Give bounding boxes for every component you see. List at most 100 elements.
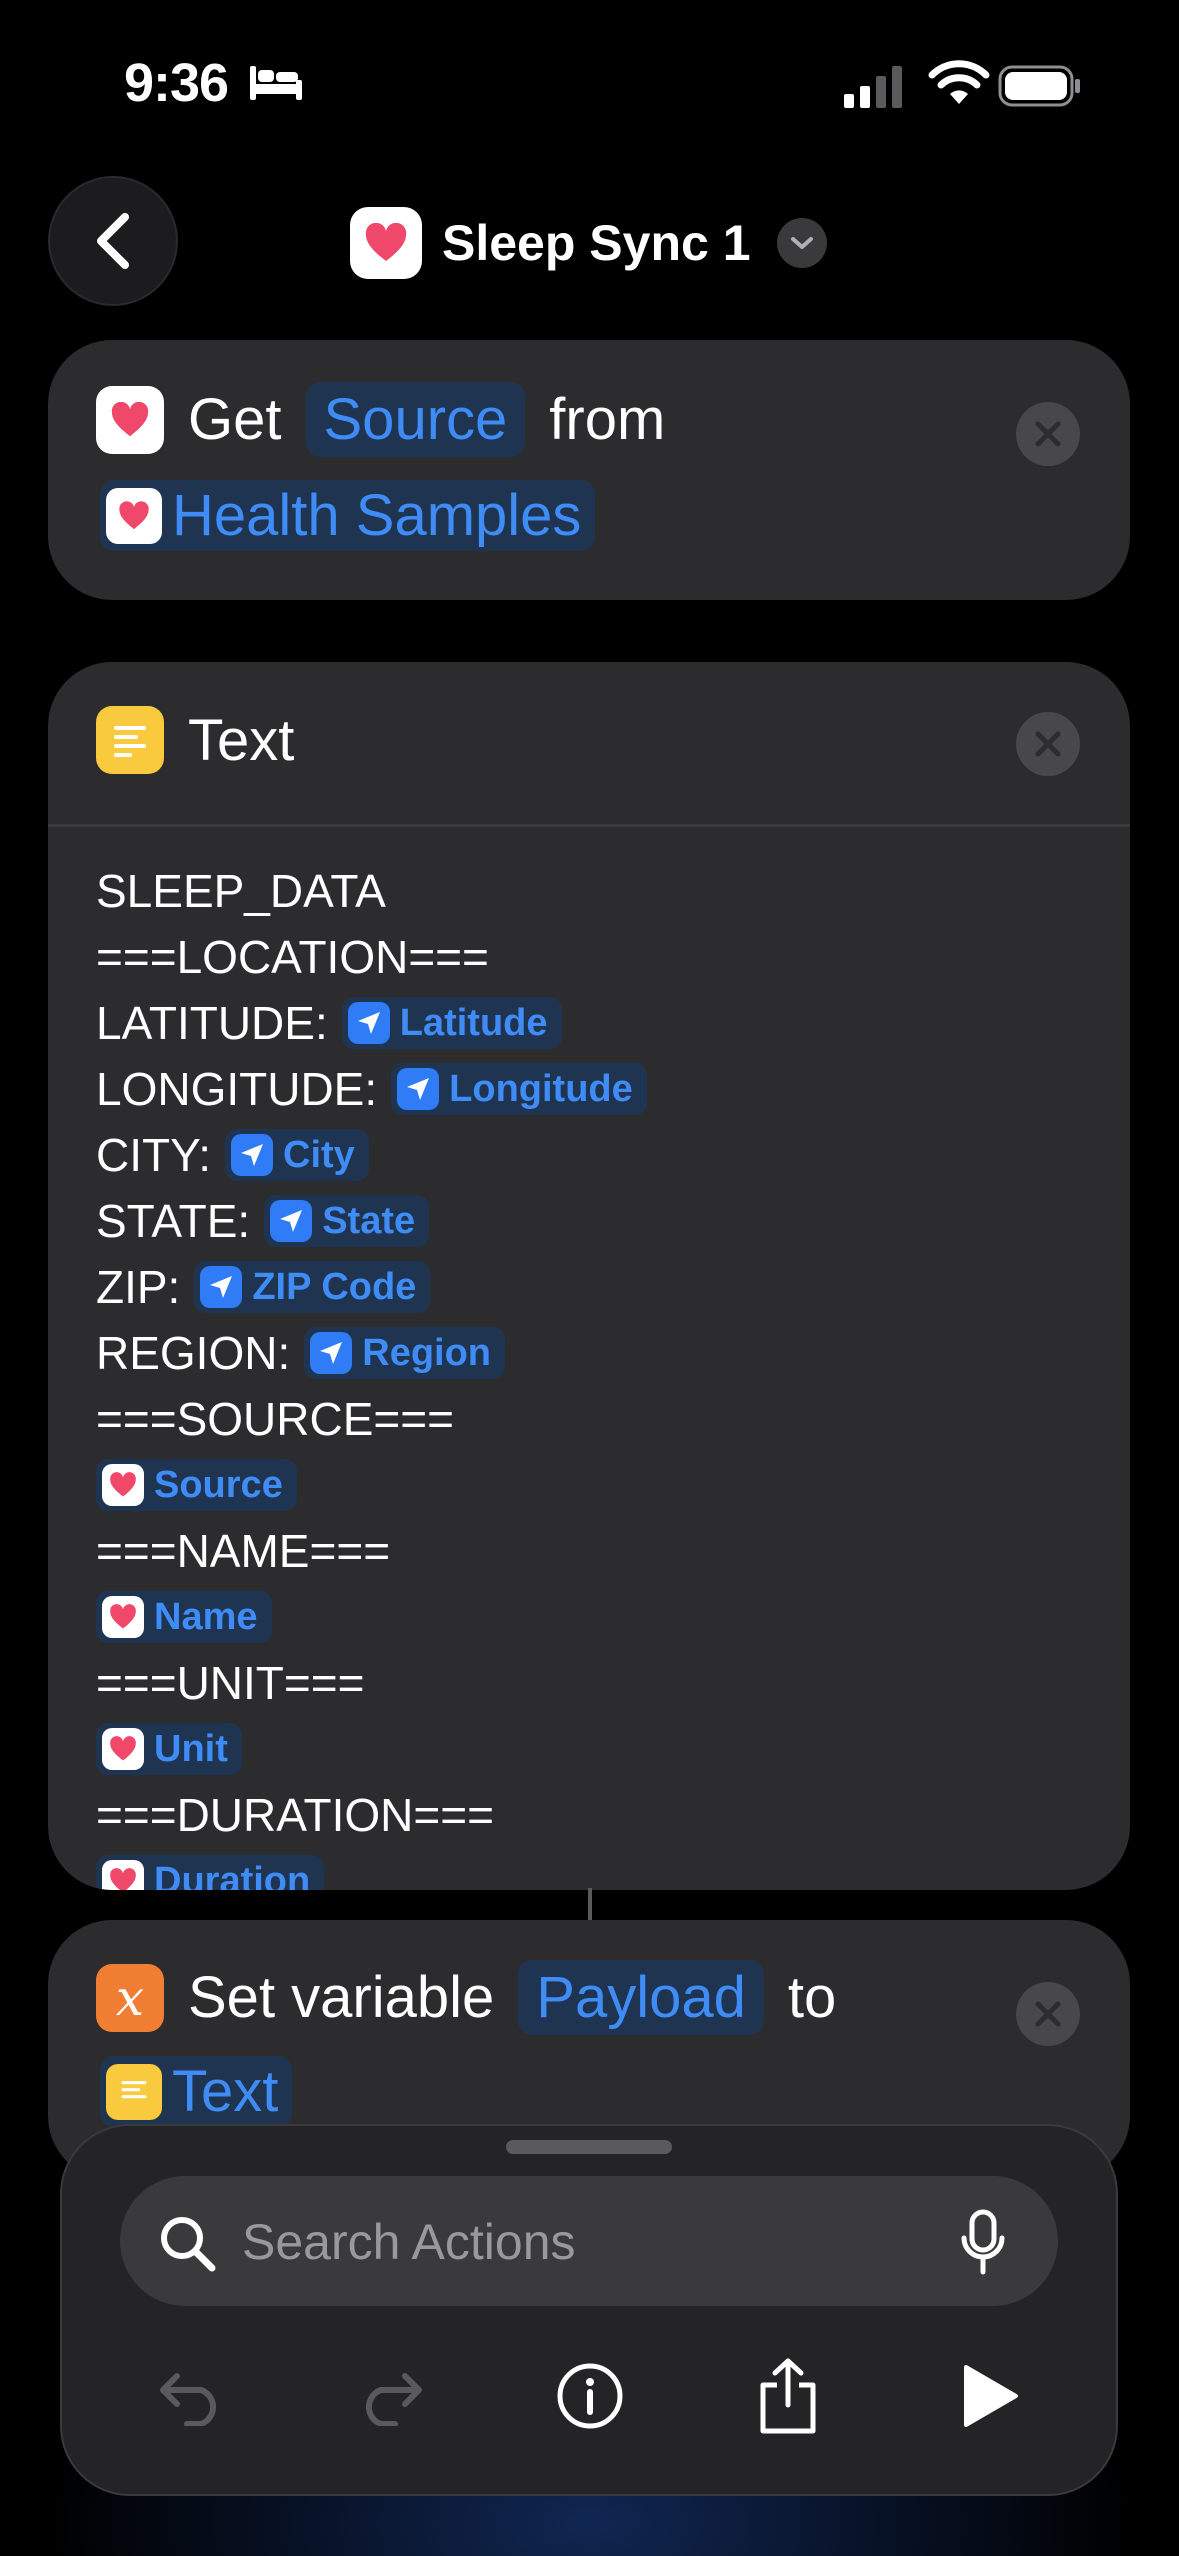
heart-icon [102,1596,144,1638]
text-lines-icon [96,706,164,774]
param-source[interactable]: Source [305,382,526,457]
remove-action-button[interactable] [1016,712,1080,776]
redo-icon [365,2373,422,2426]
variable-source[interactable]: Source [96,1459,297,1511]
cellular-signal-icon [844,66,902,108]
close-icon [1035,731,1061,757]
heart-icon [102,1860,144,1890]
search-icon [161,2217,216,2272]
variable-unit[interactable]: Unit [96,1723,242,1775]
variable-label: Name [154,1596,258,1638]
action-connector [588,1888,592,1920]
chevron-down-icon[interactable] [776,218,827,268]
text-line: Duration [96,1848,647,1890]
location-arrow-icon [397,1068,440,1110]
microphone-icon[interactable] [958,2208,1008,2278]
run-button[interactable] [940,2346,1040,2446]
text-line: LONGITUDE: Longitude [96,1056,647,1122]
text-content: ===SOURCE=== [96,1393,454,1445]
variable-label: Duration [154,1860,311,1890]
text-line: Name [96,1584,647,1650]
heart-icon [350,207,422,279]
variable-state[interactable]: State [264,1195,430,1247]
variable-x-icon: x [96,1963,164,2032]
heart-icon [102,1728,144,1770]
action-title: Text [188,707,295,773]
text-line: LATITUDE: Latitude [96,990,647,1056]
text-content: ===NAME=== [96,1525,391,1577]
location-arrow-icon [310,1332,353,1374]
heart-icon [96,385,164,454]
text-editor[interactable]: SLEEP_DATA ===LOCATION=== LATITUDE: Lati… [96,858,647,1890]
variable-name[interactable]: Name [96,1591,272,1643]
text-line: ZIP: ZIP Code [96,1254,647,1320]
share-button[interactable] [738,2346,838,2446]
text-line: Source [96,1452,647,1518]
variable-zip-code[interactable]: ZIP Code [194,1261,431,1313]
action-verb: Set variable [188,1965,495,2030]
location-arrow-icon [200,1266,243,1308]
battery-icon [998,65,1080,107]
text-line: ===SOURCE=== [96,1386,647,1452]
play-icon [964,2365,1018,2427]
text-content: ===UNIT=== [96,1657,365,1709]
text-line: ===LOCATION=== [96,924,647,990]
param-variable-name[interactable]: Payload [518,1960,764,2035]
action-text[interactable]: Text SLEEP_DATA ===LOCATION=== LATITUDE:… [48,662,1130,1890]
shortcut-title-menu[interactable]: Sleep Sync 1 [350,206,827,280]
variable-latitude[interactable]: Latitude [341,997,562,1049]
variable-label: Longitude [449,1068,633,1110]
text-content: ===LOCATION=== [96,931,489,983]
text-line: ===UNIT=== [96,1650,647,1716]
search-input[interactable] [240,2206,944,2278]
action-get-details[interactable]: Get Source from Health Samples [48,340,1130,600]
text-line: CITY: City [96,1122,647,1188]
variable-label: State [322,1200,416,1242]
variable-duration[interactable]: Duration [96,1855,325,1890]
input-health-samples[interactable]: Health Samples [100,480,596,551]
info-button[interactable] [540,2346,640,2446]
variable-label: ZIP Code [252,1266,417,1308]
bed-icon [250,66,302,100]
text-lines-icon [106,2063,162,2120]
back-button[interactable] [48,176,178,306]
close-icon [1035,2001,1061,2027]
location-arrow-icon [231,1134,274,1176]
input-label: Health Samples [172,483,582,548]
undo-button[interactable] [142,2346,242,2446]
chevron-left-icon [97,213,129,269]
remove-action-button[interactable] [1016,402,1080,466]
variable-label: Source [154,1464,283,1506]
text-line: Unit [96,1716,647,1782]
variable-label: Unit [154,1728,228,1770]
location-arrow-icon [270,1200,313,1242]
info-icon [557,2363,623,2429]
remove-action-button[interactable] [1016,1982,1080,2046]
text-content: ===DURATION=== [96,1789,494,1841]
input-text[interactable]: Text [100,2056,293,2127]
action-verb: Get [188,387,282,452]
variable-label: Region [362,1332,492,1374]
page-title: Sleep Sync 1 [442,215,751,271]
variable-longitude[interactable]: Longitude [391,1063,647,1115]
heart-icon [106,487,162,544]
wifi-icon [928,60,990,104]
location-arrow-icon [347,1002,390,1044]
sheet-grabber[interactable] [506,2140,672,2154]
variable-city[interactable]: City [225,1129,369,1181]
redo-button[interactable] [340,2346,440,2446]
text-line: REGION: Region [96,1320,647,1386]
close-icon [1035,421,1061,447]
action-preposition: from [549,387,666,452]
divider [48,824,1130,827]
text-content: REGION: [96,1327,291,1379]
share-icon [760,2358,816,2434]
action-preposition: to [787,1965,837,2030]
text-content: STATE: [96,1195,251,1247]
text-line: ===NAME=== [96,1518,647,1584]
variable-region[interactable]: Region [304,1327,506,1379]
variable-label: Latitude [399,1002,548,1044]
text-content: ZIP: [96,1261,181,1313]
status-time: 9:36 [124,53,229,113]
text-line: SLEEP_DATA [96,858,647,924]
